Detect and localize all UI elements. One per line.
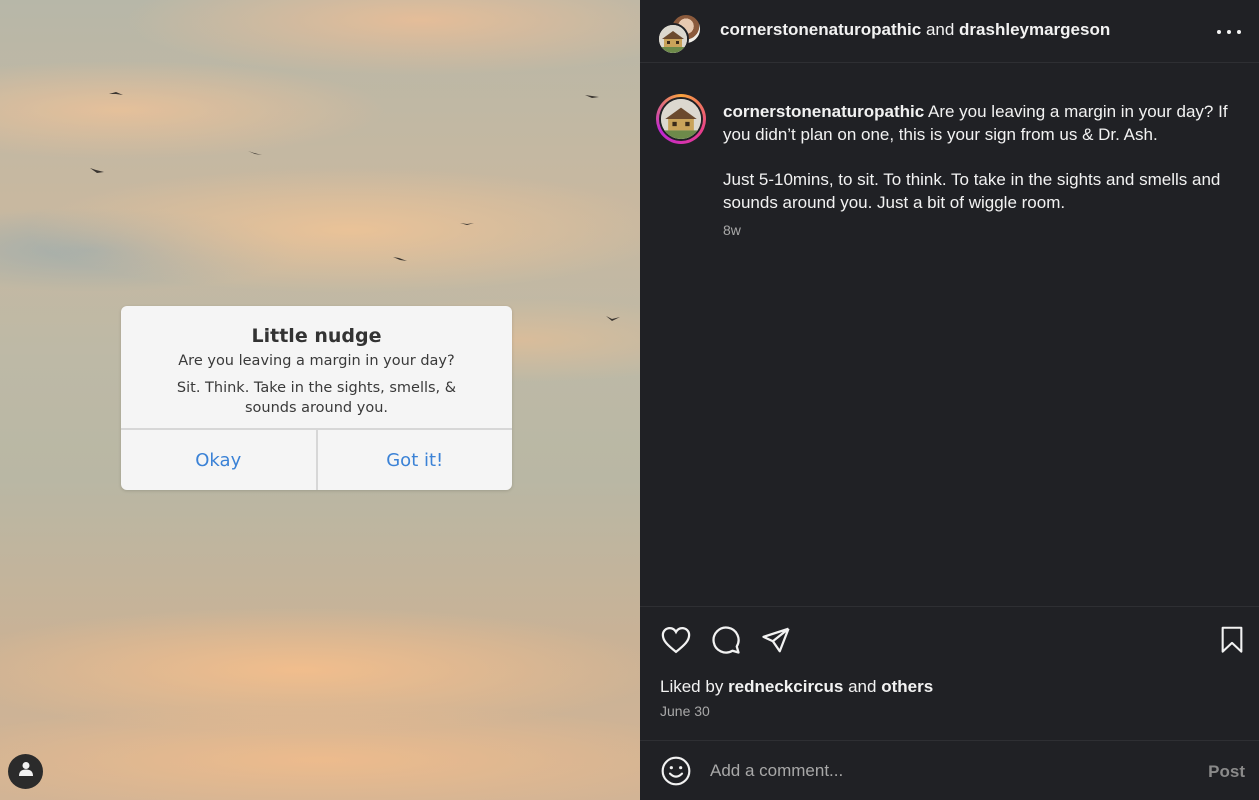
others-link[interactable]: others [881, 677, 933, 696]
bird-1 [109, 91, 123, 97]
collab-avatars[interactable] [657, 13, 703, 55]
post-authors: cornerstonenaturopathic and drashleymarg… [720, 20, 1110, 40]
likes-conjunction: and [848, 677, 877, 696]
caption-timestamp[interactable]: 8w [723, 222, 741, 238]
comment-icon[interactable] [708, 622, 744, 658]
post-date[interactable]: June 30 [660, 703, 710, 719]
okay-button[interactable]: Okay [121, 430, 316, 490]
bird-3 [90, 168, 104, 174]
liker-link[interactable]: redneckcircus [728, 677, 843, 696]
action-bar [640, 622, 1259, 662]
post-sidebar: cornerstonenaturopathic and drashleymarg… [640, 0, 1259, 800]
bird-7 [606, 316, 620, 322]
emoji-icon[interactable] [660, 755, 692, 787]
caption-text: cornerstonenaturopathic Are you leaving … [723, 100, 1243, 214]
author-link[interactable]: cornerstonenaturopathic [720, 20, 921, 39]
nudge-dialog: Little nudge Are you leaving a margin in… [121, 306, 512, 490]
caption-username[interactable]: cornerstonenaturopathic [723, 102, 924, 121]
heart-icon[interactable] [658, 622, 694, 658]
divider [640, 606, 1259, 607]
comment-input[interactable] [710, 757, 1180, 785]
bookmark-icon[interactable] [1214, 622, 1250, 658]
caption-paragraph-2: Just 5-10mins, to sit. To think. To take… [723, 170, 1221, 212]
more-icon[interactable] [1217, 22, 1241, 42]
dialog-title: Little nudge [251, 325, 382, 347]
user-icon [18, 761, 33, 782]
bird-4 [585, 94, 599, 100]
likes-prefix: Liked by [660, 677, 724, 696]
likes-summary: Liked by redneckcircus and others [660, 677, 933, 697]
share-icon[interactable] [758, 622, 794, 658]
post-button[interactable]: Post [1208, 762, 1245, 782]
divider [640, 62, 1259, 63]
bird-5 [460, 221, 474, 227]
dialog-message: Are you leaving a margin in your day? [178, 353, 455, 369]
tagged-users-button[interactable] [8, 754, 43, 789]
bird-2 [248, 150, 262, 156]
dialog-buttons: Okay Got it! [121, 428, 512, 490]
collaborator-link[interactable]: drashleymargeson [959, 20, 1110, 39]
avatar[interactable] [656, 94, 706, 144]
bird-6 [393, 256, 407, 262]
got-it-button[interactable]: Got it! [315, 430, 513, 490]
post-media[interactable]: Little nudge Are you leaving a margin in… [0, 0, 640, 800]
avatar [657, 23, 689, 55]
dialog-submessage: Sit. Think. Take in the sights, smells, … [176, 380, 457, 416]
authors-conjunction: and [925, 20, 955, 39]
comment-bar: Post [640, 740, 1259, 800]
post-header: cornerstonenaturopathic and drashleymarg… [640, 0, 1259, 62]
